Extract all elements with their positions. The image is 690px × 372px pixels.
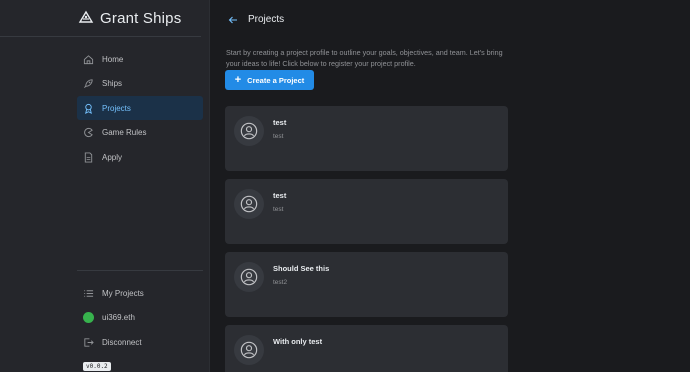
- file-icon: [83, 151, 94, 163]
- back-arrow-icon[interactable]: [228, 15, 238, 25]
- project-card[interactable]: test test: [225, 106, 508, 171]
- user-icon: [234, 262, 264, 292]
- user-icon: [234, 116, 264, 146]
- project-card[interactable]: Should See this test2: [225, 252, 508, 317]
- user-icon: [234, 335, 264, 365]
- page-header: Projects: [228, 14, 284, 25]
- main-nav: Home Ships Projects Game Rules Apply: [77, 47, 203, 170]
- sidebar: Grant Ships Home Ships Projects Game Rul…: [0, 0, 210, 372]
- project-name: test: [273, 118, 287, 127]
- intro-text: Start by creating a project profile to o…: [226, 48, 503, 69]
- pacman-icon: [83, 127, 94, 138]
- page-title: Projects: [248, 14, 285, 25]
- sidebar-item-label: Home: [102, 54, 124, 64]
- project-name: Should See this: [273, 264, 330, 273]
- user-icon: [234, 189, 264, 219]
- project-description: test: [273, 133, 284, 140]
- create-project-button[interactable]: + Create a Project: [225, 70, 314, 90]
- project-name: With only test: [273, 337, 323, 346]
- ship-logo-icon: [78, 10, 94, 26]
- disconnect-label: Disconnect: [102, 337, 142, 347]
- logout-icon: [83, 337, 94, 348]
- bottom-nav: My Projects ui369.eth Disconnect: [77, 270, 203, 355]
- project-description: test2: [273, 279, 288, 286]
- project-card[interactable]: test test: [225, 179, 508, 244]
- app-root: Grant Ships Home Ships Projects Game Rul…: [0, 0, 690, 372]
- sidebar-item-label: Game Rules: [102, 128, 147, 137]
- award-icon: [83, 103, 94, 114]
- sidebar-item-label: Projects: [102, 103, 131, 113]
- rocket-icon: [83, 78, 94, 89]
- create-project-label: Create a Project: [247, 75, 305, 85]
- list-icon: [83, 288, 94, 299]
- plus-icon: +: [234, 74, 242, 86]
- account-name: ui369.eth: [102, 313, 135, 322]
- sidebar-item-game-rules[interactable]: Game Rules: [77, 121, 203, 145]
- my-projects-label: My Projects: [102, 288, 144, 298]
- sidebar-item-apply[interactable]: Apply: [77, 145, 203, 169]
- sidebar-item-label: Ships: [102, 79, 123, 88]
- sidebar-item-projects[interactable]: Projects: [77, 96, 203, 120]
- sidebar-item-ships[interactable]: Ships: [77, 72, 203, 96]
- version-badge: v0.0.2: [83, 362, 111, 371]
- my-projects-link[interactable]: My Projects: [77, 281, 203, 305]
- project-card[interactable]: With only test: [225, 325, 508, 372]
- brand[interactable]: Grant Ships: [0, 0, 201, 37]
- project-description: test: [273, 206, 284, 213]
- disconnect-button[interactable]: Disconnect: [77, 330, 203, 354]
- sidebar-item-home[interactable]: Home: [77, 47, 203, 71]
- project-name: test: [273, 191, 287, 200]
- home-icon: [83, 54, 94, 65]
- account-item[interactable]: ui369.eth: [77, 306, 203, 330]
- sidebar-item-label: Apply: [102, 152, 123, 162]
- main-content: Projects Start by creating a project pro…: [210, 0, 690, 372]
- brand-title: Grant Ships: [100, 9, 182, 27]
- avatar: [83, 312, 94, 323]
